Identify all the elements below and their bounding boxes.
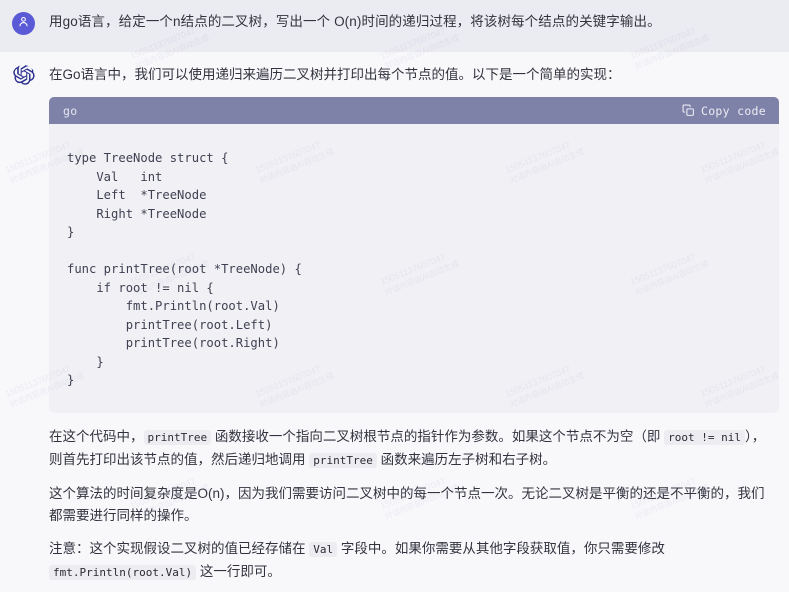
- user-avatar-icon: [17, 15, 30, 33]
- copy-code-label: Copy code: [700, 103, 766, 118]
- user-message-content: 用go语言，给定一个n结点的二叉树，写出一个 O(n)时间的递归过程，将该树每个…: [49, 11, 775, 33]
- inline-code: printTree: [309, 452, 377, 468]
- assistant-message-content: 在Go语言中，我们可以使用递归来遍历二叉树并打印出每个节点的值。以下是一个简单的…: [49, 64, 779, 584]
- paragraph-explanation: 在这个代码中， printTree 函数接收一个指向二叉树根节点的指针作为参数。如…: [49, 428, 766, 468]
- code-block: go Copy code type TreeNode struct { Val …: [49, 97, 779, 413]
- copy-code-button[interactable]: Copy code: [682, 100, 766, 122]
- inline-code: fmt.Println(root.Val): [49, 564, 197, 580]
- message-row-user: 用go语言，给定一个n结点的二叉树，写出一个 O(n)时间的递归过程，将该树每个…: [0, 0, 789, 52]
- code-block-content[interactable]: type TreeNode struct { Val int Left *Tre…: [49, 136, 779, 401]
- inline-code: printTree: [143, 429, 212, 445]
- assistant-avatar: [12, 65, 35, 88]
- assistant-paragraphs: 在这个代码中， printTree 函数接收一个指向二叉树根节点的指针作为参数。如…: [49, 426, 775, 584]
- conversation-thread: 用go语言，给定一个n结点的二叉树，写出一个 O(n)时间的递归过程，将该树每个…: [0, 0, 789, 592]
- paragraph-note: 注意：这个实现假设二叉树的值已经存储在 Val 字段中。如果你需要从其他字段获取…: [49, 540, 665, 580]
- inline-code: root != nil: [664, 429, 745, 445]
- chatgpt-logo-icon: [12, 65, 35, 88]
- message-row-assistant: 在Go语言中，我们可以使用递归来遍历二叉树并打印出每个节点的值。以下是一个简单的…: [0, 52, 789, 592]
- copy-icon: [682, 104, 695, 117]
- user-avatar: [12, 12, 35, 35]
- paragraph-complexity: 这个算法的时间复杂度是O(n)，因为我们需要访问二叉树中的每一个节点一次。无论二…: [49, 485, 765, 523]
- inline-code: Val: [309, 541, 338, 557]
- code-block-header: go Copy code: [49, 97, 779, 124]
- code-language-label: go: [63, 103, 78, 118]
- user-message-text: 用go语言，给定一个n结点的二叉树，写出一个 O(n)时间的递归过程，将该树每个…: [49, 14, 661, 29]
- assistant-intro-text: 在Go语言中，我们可以使用递归来遍历二叉树并打印出每个节点的值。以下是一个简单的…: [49, 67, 621, 82]
